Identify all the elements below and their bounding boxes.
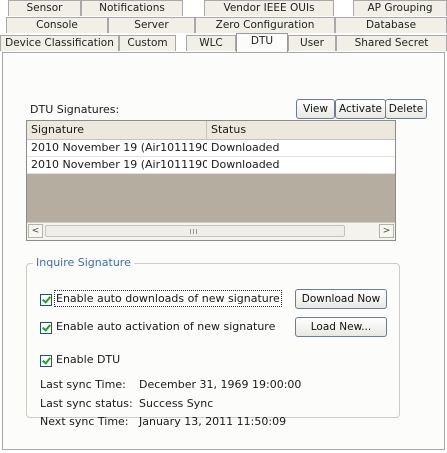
download-now-button[interactable]: Download Now (295, 289, 387, 309)
table-header: Signature Status (27, 121, 395, 140)
last-sync-status-value: Success Sync (139, 397, 214, 410)
auto-download-label[interactable]: Enable auto downloads of new signature (54, 290, 282, 307)
tab-row-3: Device Classification Custom WLC DTU Use… (0, 33, 447, 52)
scroll-left-icon[interactable]: < (28, 224, 43, 238)
tab-vendor-ieee-ouis[interactable]: Vendor IEEE OUIs (204, 0, 334, 16)
grip-line (196, 229, 197, 234)
signatures-table: Signature Status 2010 November 19 (Air10… (26, 120, 396, 241)
scroll-right-icon[interactable]: > (379, 224, 394, 238)
inquire-signature-group: Inquire Signature (26, 256, 400, 418)
status-cell: Downloaded (211, 141, 280, 154)
column-header-status[interactable]: Status (207, 121, 395, 139)
signature-cell: 2010 November 19 (Air10111902) (31, 158, 207, 171)
tab-row-2: Console Server Zero Configuration Databa… (0, 17, 447, 34)
enable-dtu-checkbox[interactable] (40, 355, 52, 367)
grip-line (193, 229, 194, 234)
enable-dtu-label[interactable]: Enable DTU (56, 353, 120, 366)
last-sync-time-value: December 31, 1969 19:00:00 (139, 378, 302, 391)
status-cell: Downloaded (211, 158, 280, 171)
tab-zero-configuration[interactable]: Zero Configuration (195, 17, 335, 33)
activate-button[interactable]: Activate (335, 99, 386, 119)
tab-user[interactable]: User (288, 35, 336, 51)
signature-cell: 2010 November 19 (Air10111901) (31, 141, 207, 154)
tab-dtu[interactable]: DTU (236, 33, 288, 52)
auto-download-checkbox[interactable] (40, 294, 52, 306)
last-sync-time-label: Last sync Time: (40, 378, 126, 391)
scroll-thumb[interactable] (45, 225, 345, 237)
view-button[interactable]: View (296, 99, 335, 119)
tab-sensor[interactable]: Sensor (8, 0, 81, 16)
next-sync-time-label: Next sync Time: (40, 415, 129, 428)
table-row[interactable]: 2010 November 19 (Air10111902) Downloade… (27, 157, 395, 174)
tab-ap-grouping[interactable]: AP Grouping (353, 0, 447, 16)
tab-notifications[interactable]: Notifications (81, 0, 183, 16)
dtu-signatures-label: DTU Signatures: (30, 103, 120, 116)
auto-activate-checkbox[interactable] (40, 322, 52, 334)
next-sync-time-value: January 13, 2011 11:50:09 (139, 415, 287, 428)
delete-button[interactable]: Delete (385, 99, 427, 119)
load-new-button[interactable]: Load New... (295, 317, 387, 337)
last-sync-status-label: Last sync status: (40, 397, 133, 410)
tab-row-1: Sensor Notifications Vendor IEEE OUIs AP… (0, 0, 447, 17)
column-header-signature[interactable]: Signature (27, 121, 207, 139)
tab-wlc[interactable]: WLC (186, 35, 236, 51)
inquire-signature-legend: Inquire Signature (33, 256, 134, 269)
tab-database[interactable]: Database (335, 17, 447, 33)
grip-line (190, 229, 191, 234)
horizontal-scrollbar[interactable]: < > (27, 222, 395, 240)
table-row[interactable]: 2010 November 19 (Air10111901) Downloade… (27, 140, 395, 157)
tab-device-classification[interactable]: Device Classification (0, 35, 119, 51)
auto-activate-label[interactable]: Enable auto activation of new signature (56, 320, 275, 333)
tab-console[interactable]: Console (6, 17, 108, 33)
tab-server[interactable]: Server (108, 17, 195, 33)
tab-shared-secret[interactable]: Shared Secret (336, 35, 447, 51)
tab-custom[interactable]: Custom (119, 35, 176, 51)
